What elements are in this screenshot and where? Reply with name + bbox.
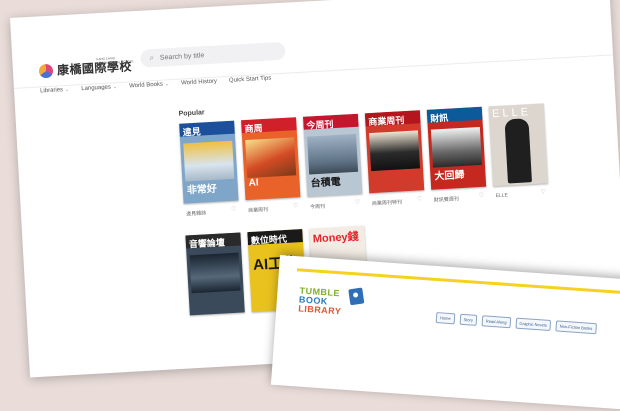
nav-world-books-label: World Books	[128, 81, 164, 90]
cover-caption[interactable]: 商業周刊特刊	[372, 198, 402, 207]
cover-title: 數位時代	[250, 233, 288, 246]
heart-icon[interactable]: ♡	[355, 199, 361, 206]
cover-image	[368, 130, 421, 172]
nav-quick-start[interactable]: Quick Start Tips	[229, 76, 272, 84]
cover-caption[interactable]: ELLE	[496, 192, 509, 199]
heart-icon[interactable]: ♡	[417, 195, 423, 202]
magazine-cover[interactable]: 商業周刊	[364, 110, 425, 194]
magazine-cover[interactable]: 財訊 大回歸	[426, 106, 487, 190]
tumblebook-window: TUMBLE BOOK LIBRARY Home Story Read Alon…	[270, 255, 620, 411]
magazine-cover[interactable]: 商周 AI	[241, 117, 301, 201]
magazine-cover[interactable]: ELLE	[488, 103, 549, 187]
cover-caption[interactable]: 商業周刊	[248, 206, 268, 214]
cover-image	[504, 118, 532, 184]
chevron-down-icon: ⌄	[164, 81, 170, 88]
cover-headline: 大回歸	[434, 169, 465, 183]
magazine-cover[interactable]: 今周刊 台積電	[302, 113, 363, 197]
nav-languages-label: Languages	[81, 84, 112, 93]
magazine-cover[interactable]: 音響論壇	[185, 232, 245, 316]
top-bar: 康橋國際學校 KANG CHIAO INTERNATIONAL SCHOOL ⌕	[10, 0, 614, 89]
cover-caption[interactable]: 財訊雙週刊	[434, 195, 459, 203]
cover-title: 今周刊	[306, 119, 334, 131]
cover-title: 遠見	[182, 126, 201, 138]
cover-title: 音響論壇	[188, 237, 226, 250]
cover-title: Money錢	[312, 230, 359, 246]
section-title: Popular	[178, 109, 205, 118]
nav-quick-start-label: Quick Start Tips	[228, 75, 272, 84]
heart-icon[interactable]: ♡	[293, 202, 299, 209]
cover-image	[430, 126, 482, 168]
tb-nav-non-fiction[interactable]: Non-Fiction Books	[555, 320, 597, 335]
tb-nav-read-along[interactable]: Read Along	[481, 315, 511, 329]
school-logo-icon[interactable]	[38, 63, 54, 79]
cover-caption[interactable]: 遠見雜誌	[186, 209, 206, 217]
cover-headline: AI	[248, 177, 259, 189]
nav-world-history-label: World History	[180, 78, 218, 87]
magazine-cover[interactable]: 遠見 非常好	[179, 120, 239, 204]
nav-libraries[interactable]: Libraries ⌄	[40, 87, 70, 95]
search-input[interactable]	[159, 48, 260, 62]
tb-nav-story[interactable]: Story	[459, 313, 478, 326]
tb-nav-graphic-novels[interactable]: Graphic Novels	[515, 317, 552, 332]
tumblebook-nav: Home Story Read Along Graphic Novels Non…	[435, 312, 597, 335]
cover-image	[189, 252, 241, 294]
cover-title: 商業周刊	[368, 115, 405, 128]
heart-icon[interactable]: ♡	[540, 188, 546, 195]
cover-image	[307, 133, 359, 175]
tb-nav-home[interactable]: Home	[435, 312, 456, 325]
chevron-down-icon: ⌄	[112, 84, 118, 91]
cover-title: 財訊	[429, 112, 449, 124]
cover-headline: 台積電	[310, 176, 341, 190]
cover-image	[245, 137, 297, 179]
nav-libraries-label: Libraries	[39, 87, 64, 95]
cover-headline: 非常好	[186, 183, 218, 197]
heart-icon[interactable]: ♡	[478, 192, 485, 199]
heart-icon[interactable]: ♡	[231, 206, 237, 213]
search-bar[interactable]: ⌕	[139, 41, 286, 68]
chevron-down-icon: ⌄	[64, 86, 70, 94]
nav-languages[interactable]: Languages ⌄	[81, 84, 117, 92]
cover-image	[183, 140, 235, 182]
cover-title: 商周	[244, 123, 263, 135]
book-mascot-icon	[348, 287, 365, 306]
magazine-grid: 遠見 非常好 商周 AI 今周刊 台積電 商業周刊 財訊 大回歸 ELLE 遠見…	[179, 103, 549, 316]
cover-caption[interactable]: 今周刊	[310, 203, 325, 211]
nav-world-history[interactable]: World History	[181, 79, 217, 87]
nav-world-books[interactable]: World Books ⌄	[129, 81, 169, 89]
search-icon[interactable]: ⌕	[149, 53, 154, 63]
cover-title: ELLE	[491, 106, 532, 121]
